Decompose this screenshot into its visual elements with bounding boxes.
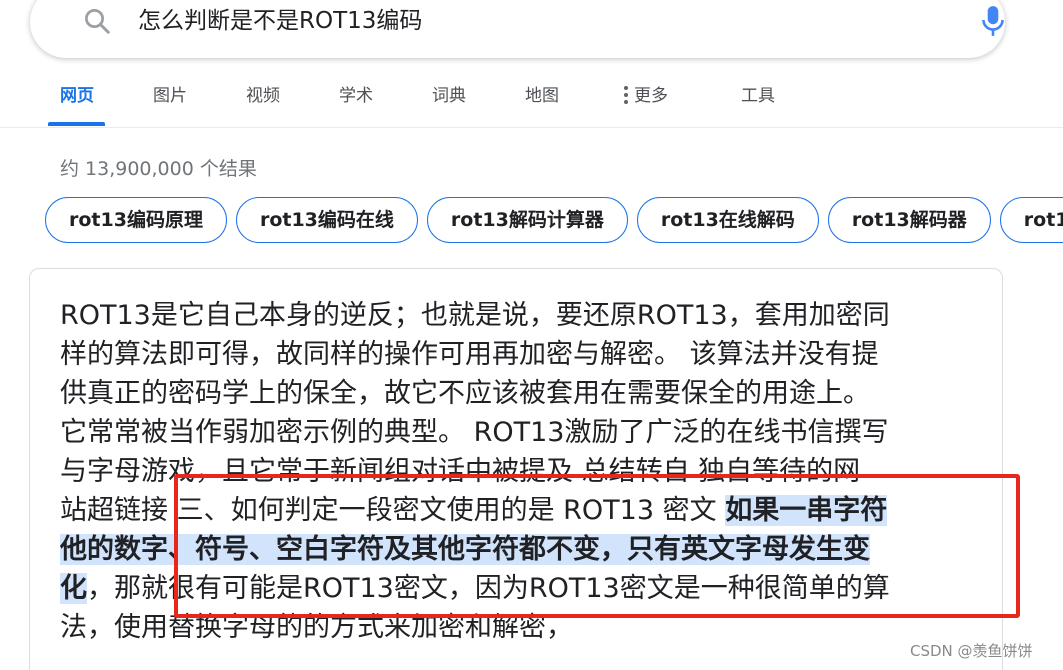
featured-snippet-card: ROT13是它自己本身的逆反；也就是说，要还原ROT13，套用加密同 样的算法即… [29, 268, 1003, 670]
chip-rot13-encoding-principle[interactable]: rot13编码原理 [45, 197, 227, 243]
snippet-line-text: ，那就很有可能是ROT13密文，因为ROT13密文是一种很简单的算 [87, 573, 890, 604]
microphone-icon[interactable] [980, 4, 1006, 38]
snippet-line: 样的算法即可得，故同样的操作可用再加密与解密。 该算法并没有提 [60, 339, 879, 370]
tab-more-label: 更多 [634, 86, 668, 106]
chip-rot13-decode-calculator[interactable]: rot13解码计算器 [426, 197, 628, 243]
related-search-chips: rot13编码原理 rot13编码在线 rot13解码计算器 rot13在线解码 rot… [45, 197, 1063, 245]
featured-snippet-text: ROT13是它自己本身的逆反；也就是说，要还原ROT13，套用加密同 样的算法即… [60, 296, 980, 647]
search-tabs: 网页 图片 视频 学术 词典 地图 更多 工具 [0, 70, 1063, 128]
snippet-line: 它常常被当作弱加密示例的典型。 ROT13激励了广泛的在线书信撰写 [60, 417, 889, 448]
snippet-highlight: 化 [60, 573, 87, 604]
tab-scholar[interactable]: 学术 [339, 84, 373, 108]
snippet-line: 供真正的密码学上的保全，故它不应该被套用在需要保全的用途上。 [60, 378, 870, 409]
snippet-line-text: 站超链接 三、如何判定一段密文使用的是 ROT13 密文 [60, 495, 726, 526]
tab-more[interactable]: 更多 [624, 84, 668, 108]
snippet-highlight: 如果一串字符 [725, 495, 888, 526]
snippet-line: ROT13是它自己本身的逆反；也就是说，要还原ROT13，套用加密同 [60, 300, 890, 331]
tab-tools[interactable]: 工具 [741, 84, 775, 108]
snippet-line: 法，使用替换字母的的方式来加密和解密， [60, 612, 573, 643]
chip-rot13-online-decode[interactable]: rot13在线解码 [636, 197, 819, 243]
snippet-highlight: 他的数字、符号、空白字符及其他字符都不变，只有英文字母发生变 [60, 534, 870, 565]
search-bar[interactable]: 怎么判断是不是ROT13编码 [30, 0, 1005, 58]
watermark: CSDN @羡鱼饼饼 [910, 642, 1033, 660]
tab-images[interactable]: 图片 [153, 84, 187, 108]
snippet-line: 站超链接 三、如何判定一段密文使用的是 ROT13 密文 如果一串字符 [60, 491, 980, 530]
more-vert-icon [624, 86, 628, 107]
result-count: 约 13,900,000 个结果 [60, 158, 257, 180]
tab-web[interactable]: 网页 [60, 84, 94, 108]
chip-rot13-more[interactable]: rot13 [999, 197, 1063, 243]
snippet-line: 与字母游戏，且它常于新闻组对话中被提及 总结转自 独自等待的网 [60, 456, 861, 487]
search-icon[interactable] [82, 6, 112, 36]
tab-dictionary[interactable]: 词典 [432, 84, 466, 108]
active-tab-indicator [48, 122, 105, 126]
tab-maps[interactable]: 地图 [525, 84, 559, 108]
snippet-line: 化，那就很有可能是ROT13密文，因为ROT13密文是一种很简单的算 [60, 569, 980, 608]
search-input[interactable]: 怎么判断是不是ROT13编码 [138, 6, 422, 36]
snippet-line: 他的数字、符号、空白字符及其他字符都不变，只有英文字母发生变 [60, 530, 980, 569]
chip-rot13-encoding-online[interactable]: rot13编码在线 [235, 197, 418, 243]
chip-rot13-decoder[interactable]: rot13解码器 [827, 197, 991, 243]
tab-videos[interactable]: 视频 [246, 84, 280, 108]
